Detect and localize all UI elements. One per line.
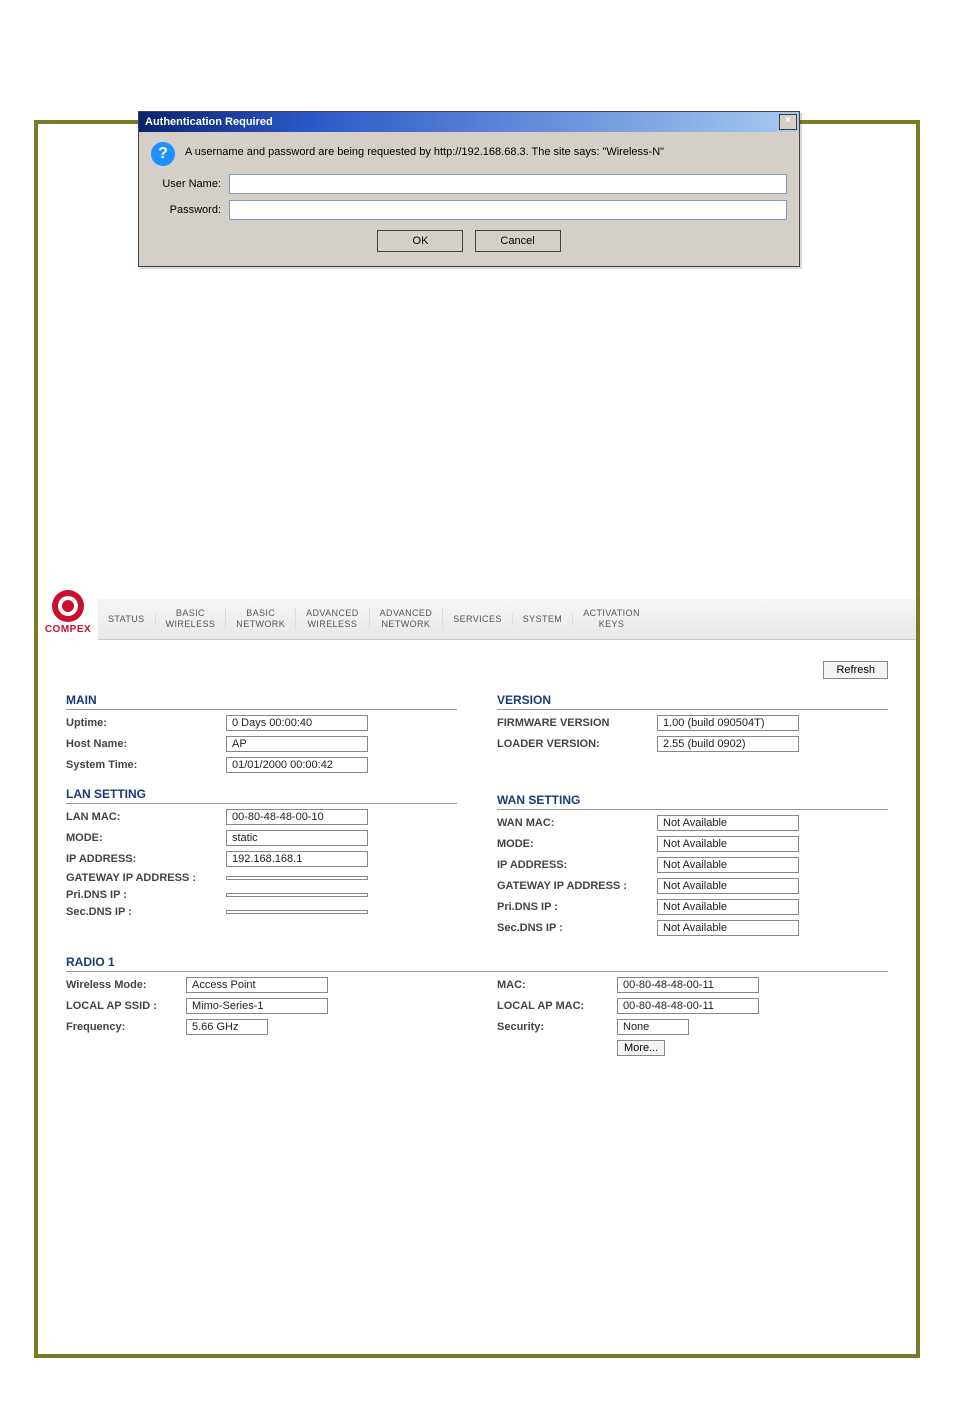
- loader-label: LOADER VERSION:: [497, 738, 657, 750]
- cancel-button[interactable]: Cancel: [475, 230, 561, 252]
- wmode-value: Access Point: [186, 977, 328, 993]
- radio-mac-label: MAC:: [497, 979, 617, 991]
- uptime-label: Uptime:: [66, 717, 226, 729]
- freq-value: 5.66 GHz: [186, 1019, 268, 1035]
- apmac-value: 00-80-48-48-00-11: [617, 998, 759, 1014]
- lan-pdns-label: Pri.DNS IP :: [66, 889, 226, 901]
- wan-gw-label: GATEWAY IP ADDRESS :: [497, 880, 657, 892]
- sun-icon: [52, 590, 84, 622]
- close-icon[interactable]: ×: [779, 114, 797, 130]
- brand-logo: COMPEX: [38, 584, 98, 640]
- systime-label: System Time:: [66, 759, 226, 771]
- fw-value: 1.00 (build 090504T): [657, 715, 799, 731]
- radio-left: Wireless Mode:Access Point LOCAL AP SSID…: [66, 972, 457, 1061]
- lan-gw-label: GATEWAY IP ADDRESS :: [66, 872, 226, 884]
- lan-mac-label: LAN MAC:: [66, 811, 226, 823]
- question-icon: ?: [151, 142, 175, 166]
- radio-right: MAC:00-80-48-48-00-11 LOCAL AP MAC:00-80…: [497, 972, 888, 1061]
- ssid-label: LOCAL AP SSID :: [66, 1000, 186, 1012]
- username-input[interactable]: [229, 174, 787, 194]
- lan-sdns-value: [226, 910, 368, 914]
- sec-value: None: [617, 1019, 689, 1035]
- dialog-message: A username and password are being reques…: [185, 142, 664, 158]
- lan-ip-label: IP ADDRESS:: [66, 853, 226, 865]
- lan-pdns-value: [226, 893, 368, 897]
- tab-system[interactable]: SYSTEM: [513, 614, 573, 625]
- wan-pdns-value: Not Available: [657, 899, 799, 915]
- content: Refresh MAIN Uptime:0 Days 00:00:40 Host…: [38, 640, 916, 1101]
- section-version: VERSION: [497, 689, 888, 710]
- hostname-value: AP: [226, 736, 368, 752]
- more-button[interactable]: More...: [617, 1040, 665, 1056]
- lan-sdns-label: Sec.DNS IP :: [66, 906, 226, 918]
- wan-mode-label: MODE:: [497, 838, 657, 850]
- hostname-label: Host Name:: [66, 738, 226, 750]
- wan-ip-label: IP ADDRESS:: [497, 859, 657, 871]
- uptime-value: 0 Days 00:00:40: [226, 715, 368, 731]
- router-page: COMPEX STATUS BASIC WIRELESS BASIC NETWO…: [38, 584, 916, 1101]
- wan-mode-value: Not Available: [657, 836, 799, 852]
- section-radio1: RADIO 1: [66, 951, 888, 972]
- dialog-body: ? A username and password are being requ…: [139, 132, 799, 266]
- freq-label: Frequency:: [66, 1021, 186, 1033]
- apmac-label: LOCAL AP MAC:: [497, 1000, 617, 1012]
- tab-advanced-wireless[interactable]: ADVANCED WIRELESS: [296, 608, 370, 630]
- brand-name: COMPEX: [45, 624, 91, 635]
- lan-mac-value: 00-80-48-48-00-10: [226, 809, 368, 825]
- auth-dialog: Authentication Required × ? A username a…: [138, 111, 800, 267]
- username-label: User Name:: [151, 178, 221, 190]
- sec-label: Security:: [497, 1021, 617, 1033]
- tab-activation-keys[interactable]: ACTIVATION KEYS: [573, 608, 650, 630]
- tab-basic-wireless[interactable]: BASIC WIRELESS: [156, 608, 227, 630]
- tab-basic-network[interactable]: BASIC NETWORK: [226, 608, 296, 630]
- wmode-label: Wireless Mode:: [66, 979, 186, 991]
- section-lan: LAN SETTING: [66, 783, 457, 804]
- wan-mac-label: WAN MAC:: [497, 817, 657, 829]
- wan-sdns-label: Sec.DNS IP :: [497, 922, 657, 934]
- tab-status[interactable]: STATUS: [98, 614, 156, 625]
- lan-mode-label: MODE:: [66, 832, 226, 844]
- lan-gw-value: [226, 876, 368, 880]
- lan-ip-value: 192.168.168.1: [226, 851, 368, 867]
- wan-mac-value: Not Available: [657, 815, 799, 831]
- password-input[interactable]: [229, 200, 787, 220]
- loader-value: 2.55 (build 0902): [657, 736, 799, 752]
- ssid-value: Mimo-Series-1: [186, 998, 328, 1014]
- section-main: MAIN: [66, 689, 457, 710]
- lan-mode-value: static: [226, 830, 368, 846]
- dialog-titlebar: Authentication Required ×: [139, 112, 799, 132]
- page-frame: Authentication Required × ? A username a…: [34, 120, 920, 1358]
- ok-button[interactable]: OK: [377, 230, 463, 252]
- dialog-title: Authentication Required: [145, 116, 273, 128]
- wan-ip-value: Not Available: [657, 857, 799, 873]
- tab-advanced-network[interactable]: ADVANCED NETWORK: [370, 608, 444, 630]
- header: COMPEX STATUS BASIC WIRELESS BASIC NETWO…: [38, 584, 916, 640]
- section-wan: WAN SETTING: [497, 789, 888, 810]
- wan-sdns-value: Not Available: [657, 920, 799, 936]
- password-label: Password:: [151, 204, 221, 216]
- right-column: VERSION FIRMWARE VERSION1.00 (build 0905…: [497, 679, 888, 941]
- radio-mac-value: 00-80-48-48-00-11: [617, 977, 759, 993]
- systime-value: 01/01/2000 00:00:42: [226, 757, 368, 773]
- nav-tabs: STATUS BASIC WIRELESS BASIC NETWORK ADVA…: [98, 599, 916, 640]
- wan-pdns-label: Pri.DNS IP :: [497, 901, 657, 913]
- refresh-button[interactable]: Refresh: [823, 661, 888, 679]
- wan-gw-value: Not Available: [657, 878, 799, 894]
- tab-services[interactable]: SERVICES: [443, 614, 513, 625]
- fw-label: FIRMWARE VERSION: [497, 717, 657, 729]
- left-column: MAIN Uptime:0 Days 00:00:40 Host Name:AP…: [66, 679, 457, 941]
